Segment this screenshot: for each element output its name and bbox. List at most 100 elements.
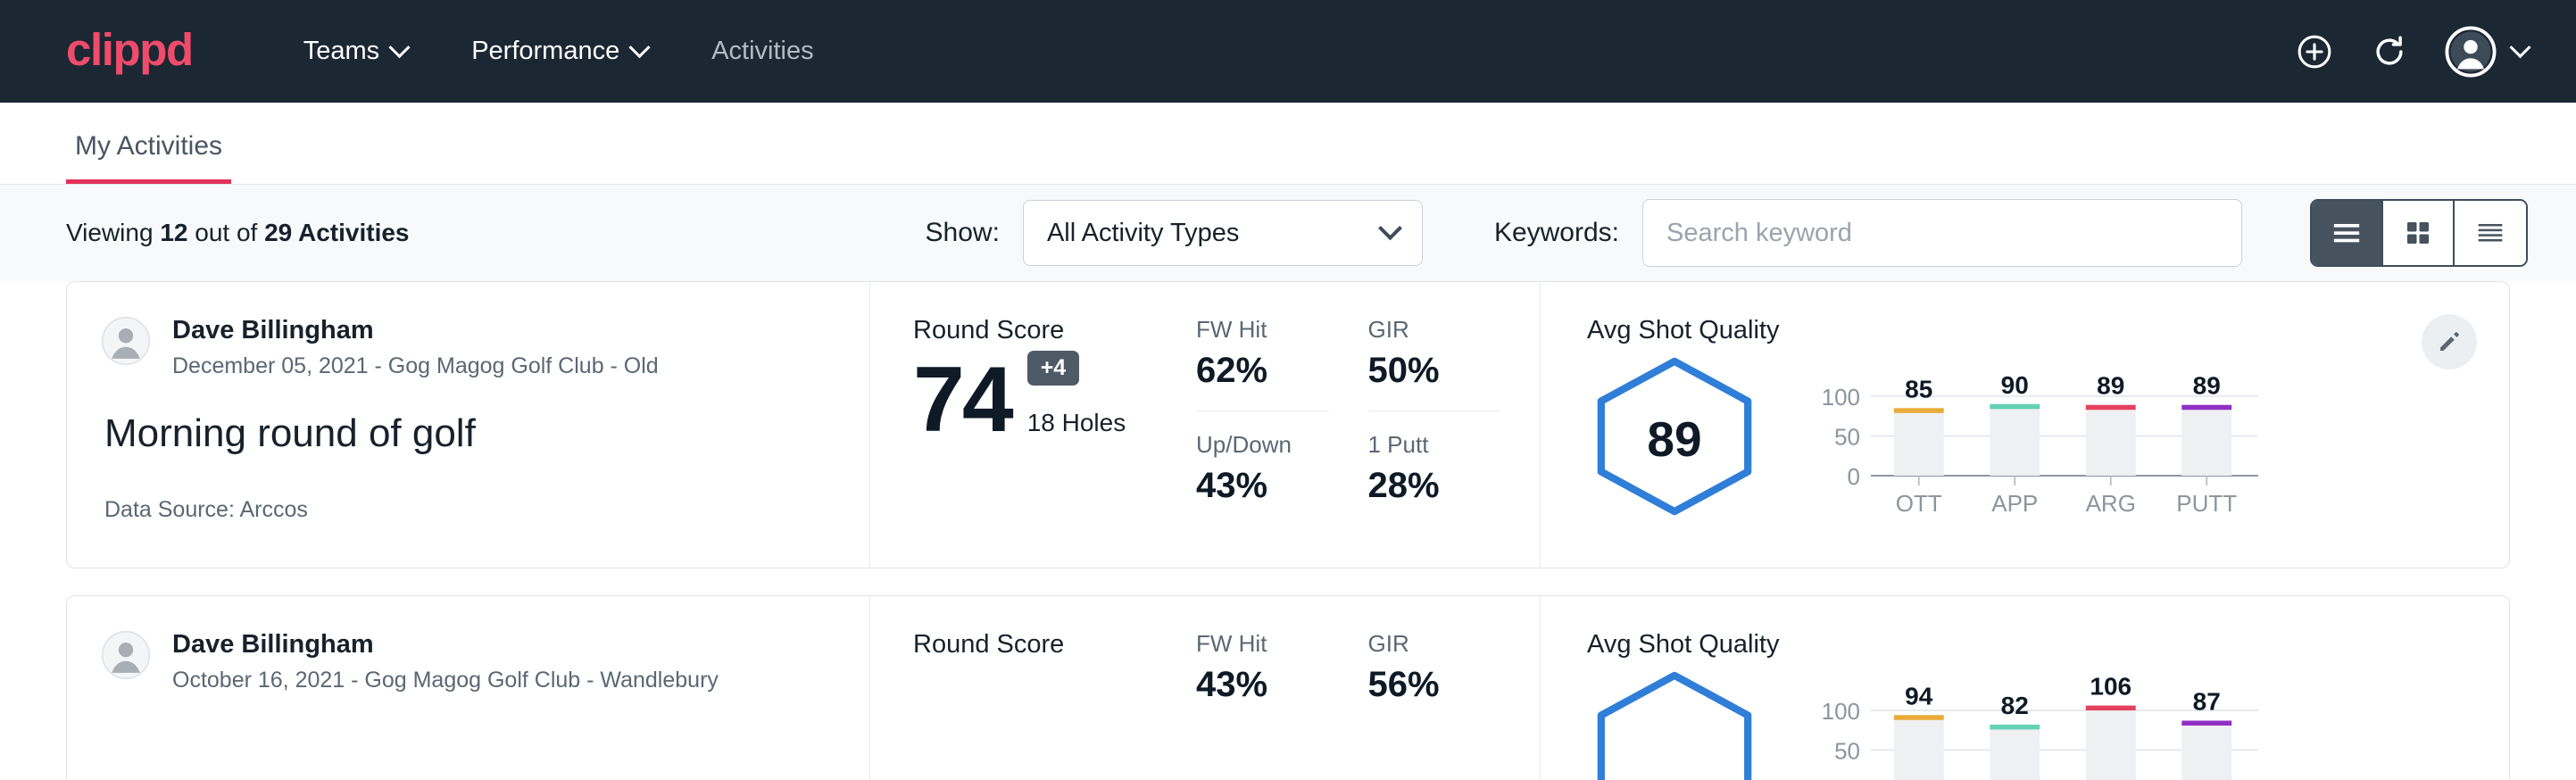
add-activity-button[interactable]	[2295, 32, 2334, 71]
stat-column-right: GIR 56%	[1368, 630, 1541, 780]
activity-type-select[interactable]: All Activity Types	[1023, 200, 1423, 266]
svg-text:PUTT: PUTT	[2176, 490, 2237, 517]
avg-shot-quality-value: 89	[1587, 356, 1762, 521]
edit-activity-button[interactable]	[2422, 314, 2477, 369]
viewing-suffix: Activities	[292, 219, 409, 246]
svg-text:82: 82	[2001, 692, 2029, 719]
viewing-count-text: Viewing 12 out of 29 Activities	[66, 219, 410, 247]
stat-label: FW Hit	[1196, 630, 1368, 658]
svg-text:89: 89	[2193, 372, 2221, 400]
grid-view-button[interactable]	[2383, 201, 2455, 265]
nav-item-activities[interactable]: Activities	[679, 37, 845, 66]
activity-data-source: Data Source: Arccos	[101, 497, 869, 523]
svg-text:100: 100	[1822, 698, 1860, 725]
stat-label: GIR	[1368, 630, 1541, 658]
stat-column-left: FW Hit 43%	[1196, 630, 1368, 780]
svg-text:50: 50	[1834, 423, 1860, 450]
player-name: Dave Billingham	[172, 316, 659, 345]
shot-quality-hexagon	[1587, 670, 1762, 780]
round-stats-block: FW Hit 43% GIR 56%	[1196, 596, 1540, 780]
svg-text:85: 85	[1905, 375, 1932, 402]
search-input[interactable]	[1642, 199, 2242, 267]
stat-value: 56%	[1368, 665, 1541, 705]
viewing-total: 29	[264, 219, 292, 246]
svg-text:0: 0	[1848, 463, 1860, 490]
svg-text:87: 87	[2193, 687, 2221, 715]
stat-value: 62%	[1196, 351, 1368, 391]
stat-label: Up/Down	[1196, 431, 1368, 459]
detail-list-icon	[2472, 215, 2508, 251]
activity-summary: Dave Billingham October 16, 2021 - Gog M…	[67, 596, 870, 780]
round-stats-block: FW Hit 62% Up/Down 43% GIR 50% 1 Putt 28…	[1196, 282, 1540, 568]
bar-chart-svg: 0 50 100 85 OTT 90 APP 89 ARG 89 PUTT	[1816, 361, 2262, 519]
avg-shot-quality-value	[1587, 670, 1762, 780]
filter-bar: Viewing 12 out of 29 Activities Show: Al…	[0, 185, 2576, 281]
activity-author: Dave Billingham October 16, 2021 - Gog M…	[101, 630, 869, 693]
chevron-down-icon	[629, 37, 651, 58]
activity-title: Morning round of golf	[104, 411, 869, 456]
avg-shot-quality-label: Avg Shot Quality	[1587, 316, 2509, 345]
round-score-block: Round Score	[870, 596, 1196, 780]
viewing-count: 12	[160, 219, 187, 246]
round-score-label: Round Score	[913, 316, 1196, 345]
avatar	[101, 630, 151, 680]
pencil-icon	[2436, 328, 2463, 355]
top-bar-actions	[2295, 26, 2528, 78]
round-score-block: Round Score 74 +4 18 Holes	[870, 282, 1196, 568]
view-toggle-group	[2310, 199, 2528, 267]
viewing-mid: out of	[187, 219, 264, 246]
show-label: Show:	[926, 218, 1000, 248]
detail-view-button[interactable]	[2455, 201, 2526, 265]
stat-label: 1 Putt	[1368, 431, 1541, 459]
activity-card[interactable]: Dave Billingham October 16, 2021 - Gog M…	[66, 595, 2510, 780]
activity-meta: December 05, 2021 - Gog Magog Golf Club …	[172, 353, 659, 379]
svg-text:89: 89	[2097, 372, 2124, 400]
list-view-button[interactable]	[2312, 201, 2383, 265]
tab-my-activities[interactable]: My Activities	[66, 131, 231, 184]
svg-text:50: 50	[1834, 737, 1860, 764]
svg-text:100: 100	[1822, 384, 1860, 411]
round-score-label: Round Score	[913, 630, 1196, 660]
stat-value: 43%	[1196, 665, 1368, 705]
svg-text:APP: APP	[1991, 490, 2038, 517]
grid-icon	[2402, 217, 2434, 249]
avg-shot-quality-block: Avg Shot Quality 05010094OTT82APP106ARG8…	[1540, 596, 2509, 780]
stat-column-right: GIR 50% 1 Putt 28%	[1368, 316, 1541, 568]
activity-card-list: Dave Billingham December 05, 2021 - Gog …	[0, 281, 2576, 780]
avg-shot-quality-block: Avg Shot Quality 89 0 50 100 85 OTT 90 APP 89 AR…	[1540, 282, 2509, 568]
nav-item-activities-label: Activities	[711, 37, 813, 66]
plus-circle-icon	[2295, 32, 2334, 71]
svg-text:94: 94	[1905, 682, 1933, 709]
activity-card[interactable]: Dave Billingham December 05, 2021 - Gog …	[66, 281, 2510, 568]
main-nav: Teams Performance Activities	[271, 37, 846, 66]
stat-value: 28%	[1368, 466, 1541, 506]
player-name: Dave Billingham	[172, 630, 719, 660]
bar-chart-svg: 05010094OTT82APP106ARG87PUTT	[1816, 676, 2262, 780]
chevron-down-icon	[2509, 37, 2530, 58]
user-avatar-icon	[2445, 26, 2497, 78]
chevron-down-icon	[389, 37, 411, 58]
svg-text:ARG: ARG	[2086, 490, 2136, 517]
refresh-button[interactable]	[2370, 32, 2409, 71]
nav-item-teams[interactable]: Teams	[271, 37, 439, 66]
chevron-down-icon	[1378, 216, 1402, 240]
nav-item-performance[interactable]: Performance	[439, 37, 679, 66]
svg-text:106: 106	[2090, 676, 2131, 701]
shot-quality-hexagon: 89	[1587, 356, 1762, 521]
activity-summary: Dave Billingham December 05, 2021 - Gog …	[67, 282, 870, 568]
nav-item-performance-label: Performance	[471, 37, 619, 66]
user-menu[interactable]	[2445, 26, 2528, 78]
avatar	[101, 316, 151, 366]
top-navigation-bar: clippd Teams Performance Activities	[0, 0, 2576, 103]
activity-author: Dave Billingham December 05, 2021 - Gog …	[101, 316, 869, 379]
activity-meta: October 16, 2021 - Gog Magog Golf Club -…	[172, 668, 719, 693]
svg-text:90: 90	[2001, 371, 2029, 399]
holes-label: 18 Holes	[1027, 409, 1126, 437]
stat-value: 50%	[1368, 351, 1541, 391]
avg-shot-quality-label: Avg Shot Quality	[1587, 630, 2509, 660]
stat-value: 43%	[1196, 466, 1368, 506]
stat-column-left: FW Hit 62% Up/Down 43%	[1196, 316, 1368, 568]
svg-text:OTT: OTT	[1896, 490, 1942, 517]
score-to-par-badge: +4	[1027, 351, 1080, 386]
app-logo[interactable]: clippd	[66, 27, 193, 76]
